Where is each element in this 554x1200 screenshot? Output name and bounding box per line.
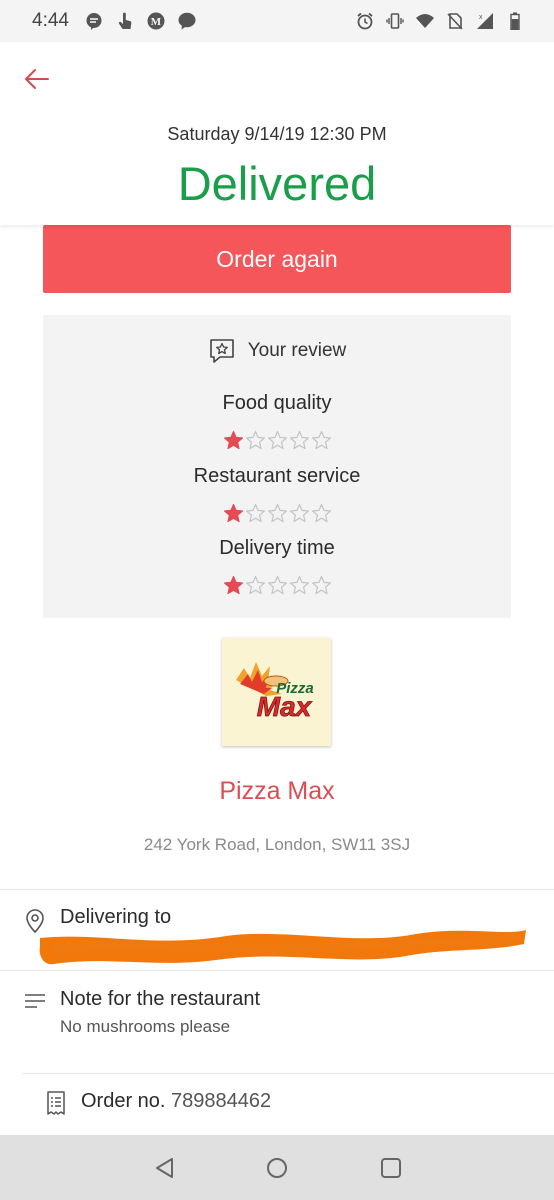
star-filled-icon[interactable]	[223, 503, 244, 524]
star-empty-icon[interactable]	[267, 430, 288, 451]
order-number: Order no. 789884462	[81, 1090, 271, 1113]
star-empty-icon[interactable]	[311, 503, 332, 524]
order-number-label: Order no.	[81, 1090, 166, 1112]
alarm-icon	[356, 12, 374, 30]
order-content: Order again Your review Food quality Res…	[0, 225, 554, 890]
star-filled-icon[interactable]	[223, 430, 244, 451]
order-date: Saturday 9/14/19 12:30 PM	[167, 124, 387, 144]
note-text: No mushrooms please	[60, 1017, 231, 1036]
nav-recents-button[interactable]	[379, 1156, 403, 1180]
order-header: Saturday 9/14/19 12:30 PM Delivered	[0, 42, 554, 225]
rating-label-food-quality: Food quality	[222, 392, 332, 414]
order-number-value: 789884462	[171, 1090, 272, 1112]
rating-stars-food-quality	[43, 430, 511, 451]
system-nav-bar	[0, 1135, 554, 1200]
nav-back-button[interactable]	[153, 1156, 177, 1180]
rating-label-restaurant-service: Restaurant service	[193, 465, 361, 487]
back-triangle-icon	[153, 1156, 177, 1180]
svg-text:x: x	[479, 14, 483, 21]
note-lines-icon	[24, 992, 46, 1010]
receipt-icon	[46, 1091, 66, 1115]
status-bar: 4:44 M x	[0, 0, 554, 42]
nav-home-button[interactable]	[265, 1156, 289, 1180]
star-empty-icon[interactable]	[311, 575, 332, 596]
review-header: Your review	[43, 337, 511, 365]
status-time: 4:44	[32, 10, 69, 31]
restaurant-logo[interactable]: Pizza Max	[222, 638, 331, 746]
star-empty-icon[interactable]	[289, 503, 310, 524]
touch-icon	[116, 12, 134, 30]
signal-icon: x	[476, 12, 494, 30]
review-card: Your review Food quality Restaurant serv…	[43, 315, 511, 618]
rating-label-delivery-time: Delivery time	[219, 537, 335, 559]
star-empty-icon[interactable]	[267, 503, 288, 524]
arrow-left-icon	[22, 66, 52, 92]
recents-square-icon	[379, 1156, 403, 1180]
star-empty-icon[interactable]	[245, 430, 266, 451]
star-empty-icon[interactable]	[245, 575, 266, 596]
review-title: Your review	[247, 340, 347, 361]
star-filled-icon[interactable]	[223, 575, 244, 596]
svg-text:M: M	[151, 16, 162, 28]
star-empty-icon[interactable]	[245, 503, 266, 524]
order-again-button[interactable]: Order again	[43, 225, 511, 293]
star-empty-icon[interactable]	[311, 430, 332, 451]
redacted-address	[36, 926, 530, 970]
star-empty-icon[interactable]	[289, 430, 310, 451]
star-empty-icon[interactable]	[267, 575, 288, 596]
restaurant-address: 242 York Road, London, SW11 3SJ	[143, 835, 411, 854]
star-empty-icon[interactable]	[289, 575, 310, 596]
wifi-icon	[416, 12, 434, 30]
review-star-icon	[208, 337, 236, 365]
messenger-icon	[178, 12, 196, 30]
divider	[22, 1073, 554, 1074]
rating-stars-delivery-time	[43, 575, 511, 596]
medium-m-icon: M	[147, 12, 165, 30]
no-sim-icon	[446, 12, 464, 30]
note-for-restaurant-label: Note for the restaurant	[60, 988, 261, 1010]
restaurant-name[interactable]: Pizza Max	[0, 777, 554, 806]
vibrate-icon	[386, 12, 404, 30]
home-circle-icon	[265, 1156, 289, 1180]
chat-bubble-icon	[85, 12, 103, 30]
rating-stars-restaurant-service	[43, 503, 511, 524]
back-button[interactable]	[22, 66, 52, 92]
order-details: Delivering to Note for the restaurant No…	[0, 889, 554, 1135]
divider	[0, 970, 554, 971]
order-status: Delivered	[177, 157, 377, 210]
logo-text-bottom: Max	[257, 691, 313, 722]
battery-icon	[506, 12, 524, 30]
